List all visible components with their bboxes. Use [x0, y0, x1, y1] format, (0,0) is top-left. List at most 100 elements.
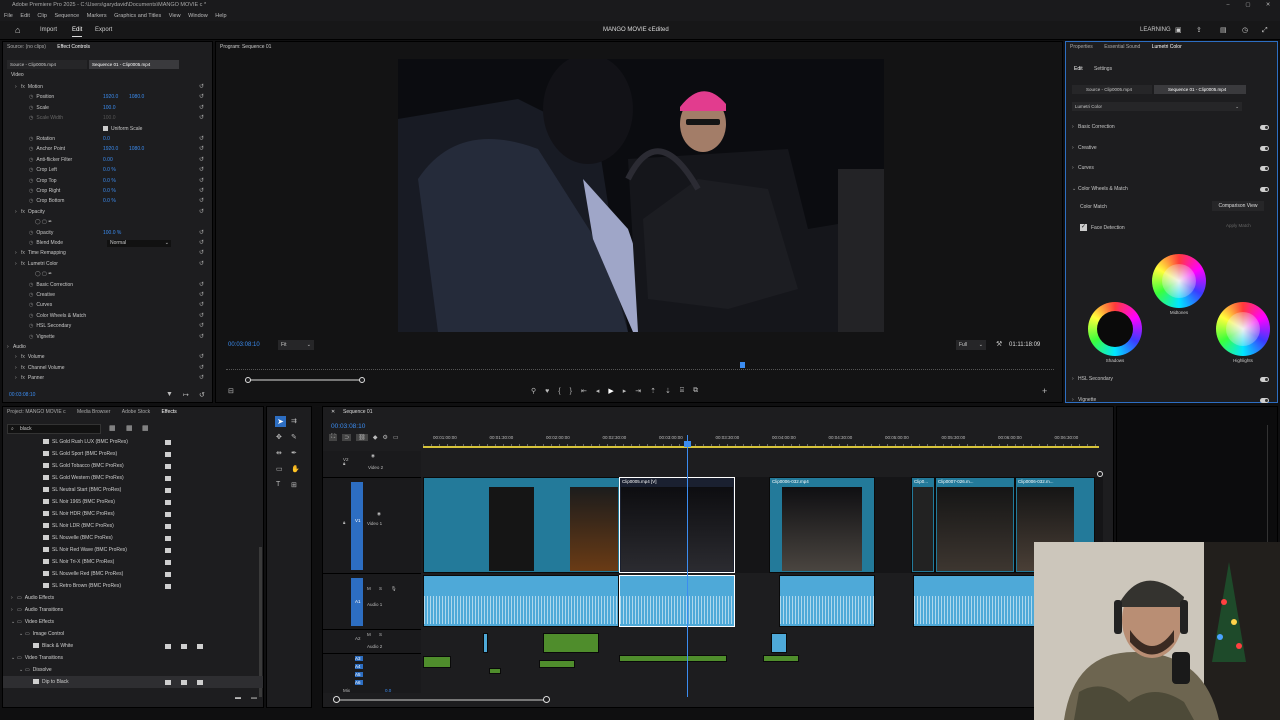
- tab-properties[interactable]: Properties: [1070, 42, 1093, 53]
- effect-preset-item[interactable]: SL Gold Western (BMC ProRes): [3, 472, 263, 484]
- add-button-icon[interactable]: +: [1042, 386, 1047, 396]
- sequence-clip-tab[interactable]: Sequence 01 - Clip0005.mp4: [89, 60, 179, 69]
- reset-icon[interactable]: ↺: [199, 144, 204, 154]
- shadows-wheel[interactable]: [1088, 302, 1142, 356]
- program-playhead[interactable]: [740, 362, 745, 368]
- menu-file[interactable]: File: [4, 13, 13, 19]
- reset-icon[interactable]: ↺: [199, 82, 204, 92]
- reset-icon[interactable]: ↺: [199, 176, 204, 186]
- filter-icon[interactable]: ▼: [166, 391, 173, 398]
- fx-icon[interactable]: fx: [21, 354, 25, 360]
- v1-source-patch[interactable]: [351, 482, 363, 570]
- effect-preset-item[interactable]: SL Retro Brown (BMC ProRes): [3, 580, 263, 592]
- reset-icon[interactable]: ↺: [199, 196, 204, 206]
- section-toggle[interactable]: [1260, 377, 1269, 382]
- share-icon[interactable]: ⇪: [1196, 21, 1202, 40]
- effect-row[interactable]: ◷ Curves ↺: [3, 300, 208, 310]
- play-icon[interactable]: ▶: [608, 387, 613, 395]
- program-zoom-bar[interactable]: [246, 379, 364, 381]
- camera-icon[interactable]: ⌸: [680, 387, 684, 395]
- menu-help[interactable]: Help: [215, 13, 226, 19]
- mark-in-icon[interactable]: {: [558, 388, 560, 395]
- go-to-out-icon[interactable]: ⇥: [635, 387, 641, 395]
- eye-icon[interactable]: ◉: [371, 453, 466, 459]
- video-clip-4[interactable]: Clip0007-026.m...: [935, 477, 1015, 573]
- reset-icon[interactable]: ↺: [199, 238, 204, 248]
- effect-value-1[interactable]: 100.0: [103, 113, 116, 123]
- reset-icon[interactable]: ↺: [199, 207, 204, 217]
- hand-icon[interactable]: ✋: [291, 465, 300, 473]
- subtab-settings[interactable]: Settings: [1094, 66, 1112, 72]
- resolution-select[interactable]: Full ⌄: [956, 340, 986, 350]
- effect-folder-item[interactable]: Black & White: [3, 640, 263, 652]
- stopwatch-icon[interactable]: ◷: [29, 188, 33, 194]
- slip-icon[interactable]: ⇹: [276, 449, 282, 457]
- tab-effect-controls[interactable]: Effect Controls: [57, 42, 90, 53]
- effect-row[interactable]: ◷ Scale Width 100.0 ↺: [3, 113, 208, 123]
- stopwatch-icon[interactable]: ◷: [29, 313, 33, 319]
- effect-preset-item[interactable]: SL Gold Tobacco (BMC ProRes): [3, 460, 263, 472]
- tab-source[interactable]: Source: (no clips): [7, 42, 46, 53]
- stopwatch-icon[interactable]: ◷: [29, 240, 33, 246]
- section-toggle[interactable]: [1260, 125, 1269, 130]
- notifications-icon[interactable]: ◷: [1242, 21, 1248, 40]
- lumetri-seq-tab[interactable]: Sequence 01 - Clip0005.mp4: [1154, 85, 1246, 94]
- wrench-icon[interactable]: ⚒: [996, 340, 1002, 348]
- effect-row[interactable]: Uniform Scale: [3, 124, 208, 134]
- a4-label[interactable]: A4: [355, 664, 363, 669]
- audio3-clip-3[interactable]: [619, 655, 727, 662]
- reset-icon[interactable]: ↺: [199, 155, 204, 165]
- settings-icon[interactable]: ⚙: [382, 434, 387, 441]
- type-icon[interactable]: T: [276, 481, 280, 488]
- lock-icon[interactable]: 🔒︎: [343, 461, 438, 466]
- audio3-clip-1[interactable]: [423, 656, 451, 668]
- reset-icon[interactable]: ↺: [199, 332, 204, 342]
- workspaces-icon[interactable]: ▣: [1175, 21, 1182, 40]
- source-clip-tab[interactable]: Source - Clip0005.mp4: [7, 60, 87, 69]
- stopwatch-icon[interactable]: ◷: [29, 302, 33, 308]
- effect-preset-item[interactable]: SL Noir Red Wave (BMC ProRes): [3, 544, 263, 556]
- fx-icon[interactable]: fx: [21, 365, 25, 371]
- stopwatch-icon[interactable]: ◷: [29, 157, 33, 163]
- pen-icon[interactable]: ✒: [291, 449, 297, 457]
- checkbox-icon[interactable]: [103, 125, 108, 131]
- ripple-edit-icon[interactable]: ✥: [276, 433, 282, 441]
- highlights-wheel[interactable]: [1216, 302, 1270, 356]
- mix-value[interactable]: 0.0: [385, 688, 480, 693]
- fx-icon[interactable]: fx: [21, 375, 25, 381]
- stopwatch-icon[interactable]: ◷: [29, 136, 33, 142]
- reset-icon[interactable]: ↺: [199, 113, 204, 123]
- layout-icon[interactable]: ▤: [1220, 21, 1227, 40]
- go-to-in-icon[interactable]: ⇤: [581, 387, 587, 395]
- effect-preset-item[interactable]: SL Nouvelle (BMC ProRes): [3, 532, 263, 544]
- razor-icon[interactable]: ✎: [291, 433, 297, 441]
- maximize-icon[interactable]: ▢: [1238, 0, 1258, 11]
- learning-label[interactable]: LEARNING: [1140, 21, 1171, 40]
- new-bin-icon[interactable]: ▬: [235, 695, 241, 701]
- mark-out-icon[interactable]: }: [570, 388, 572, 395]
- effect-preset-item[interactable]: SL Gold Rush LUX (BMC ProRes): [3, 436, 263, 448]
- effect-folder-item[interactable]: › ▭ Audio Effects: [3, 592, 263, 604]
- effect-row[interactable]: › fx Motion ↺: [3, 82, 208, 92]
- audio4-clip-1[interactable]: [489, 668, 501, 674]
- audio-clip-2[interactable]: [779, 575, 875, 627]
- reset-icon[interactable]: ↺: [199, 259, 204, 269]
- effect-value-1[interactable]: 0.0 %: [103, 165, 116, 175]
- stopwatch-icon[interactable]: ◷: [29, 178, 33, 184]
- stopwatch-icon[interactable]: ◷: [29, 146, 33, 152]
- effect-row[interactable]: ◯ ▢ ✒: [3, 269, 208, 279]
- effect-folder-item[interactable]: ⌄ ▭ Image Control: [3, 628, 263, 640]
- lumetri-source-tab[interactable]: Source - Clip0005.mp4: [1072, 85, 1152, 94]
- effect-row[interactable]: ◷ Crop Top 0.0 % ↺: [3, 176, 208, 186]
- menu-clip[interactable]: Clip: [37, 13, 46, 19]
- blend-mode-select[interactable]: Normal ⌄: [107, 240, 171, 247]
- lumetri-section[interactable]: › HSL Secondary: [1066, 374, 1277, 384]
- mask-pen-icon[interactable]: ✒: [48, 271, 52, 277]
- mask-rect-icon[interactable]: ▢: [42, 271, 47, 277]
- stopwatch-icon[interactable]: ◷: [29, 323, 33, 329]
- a6-label[interactable]: A6: [355, 680, 363, 685]
- effect-value-1[interactable]: 100.0 %: [103, 228, 121, 238]
- linked-icon[interactable]: ⛓: [356, 434, 368, 441]
- effect-preset-item[interactable]: SL Gold Sport (BMC ProRes): [3, 448, 263, 460]
- effect-preset-item[interactable]: SL Noir 1965 (BMC ProRes): [3, 496, 263, 508]
